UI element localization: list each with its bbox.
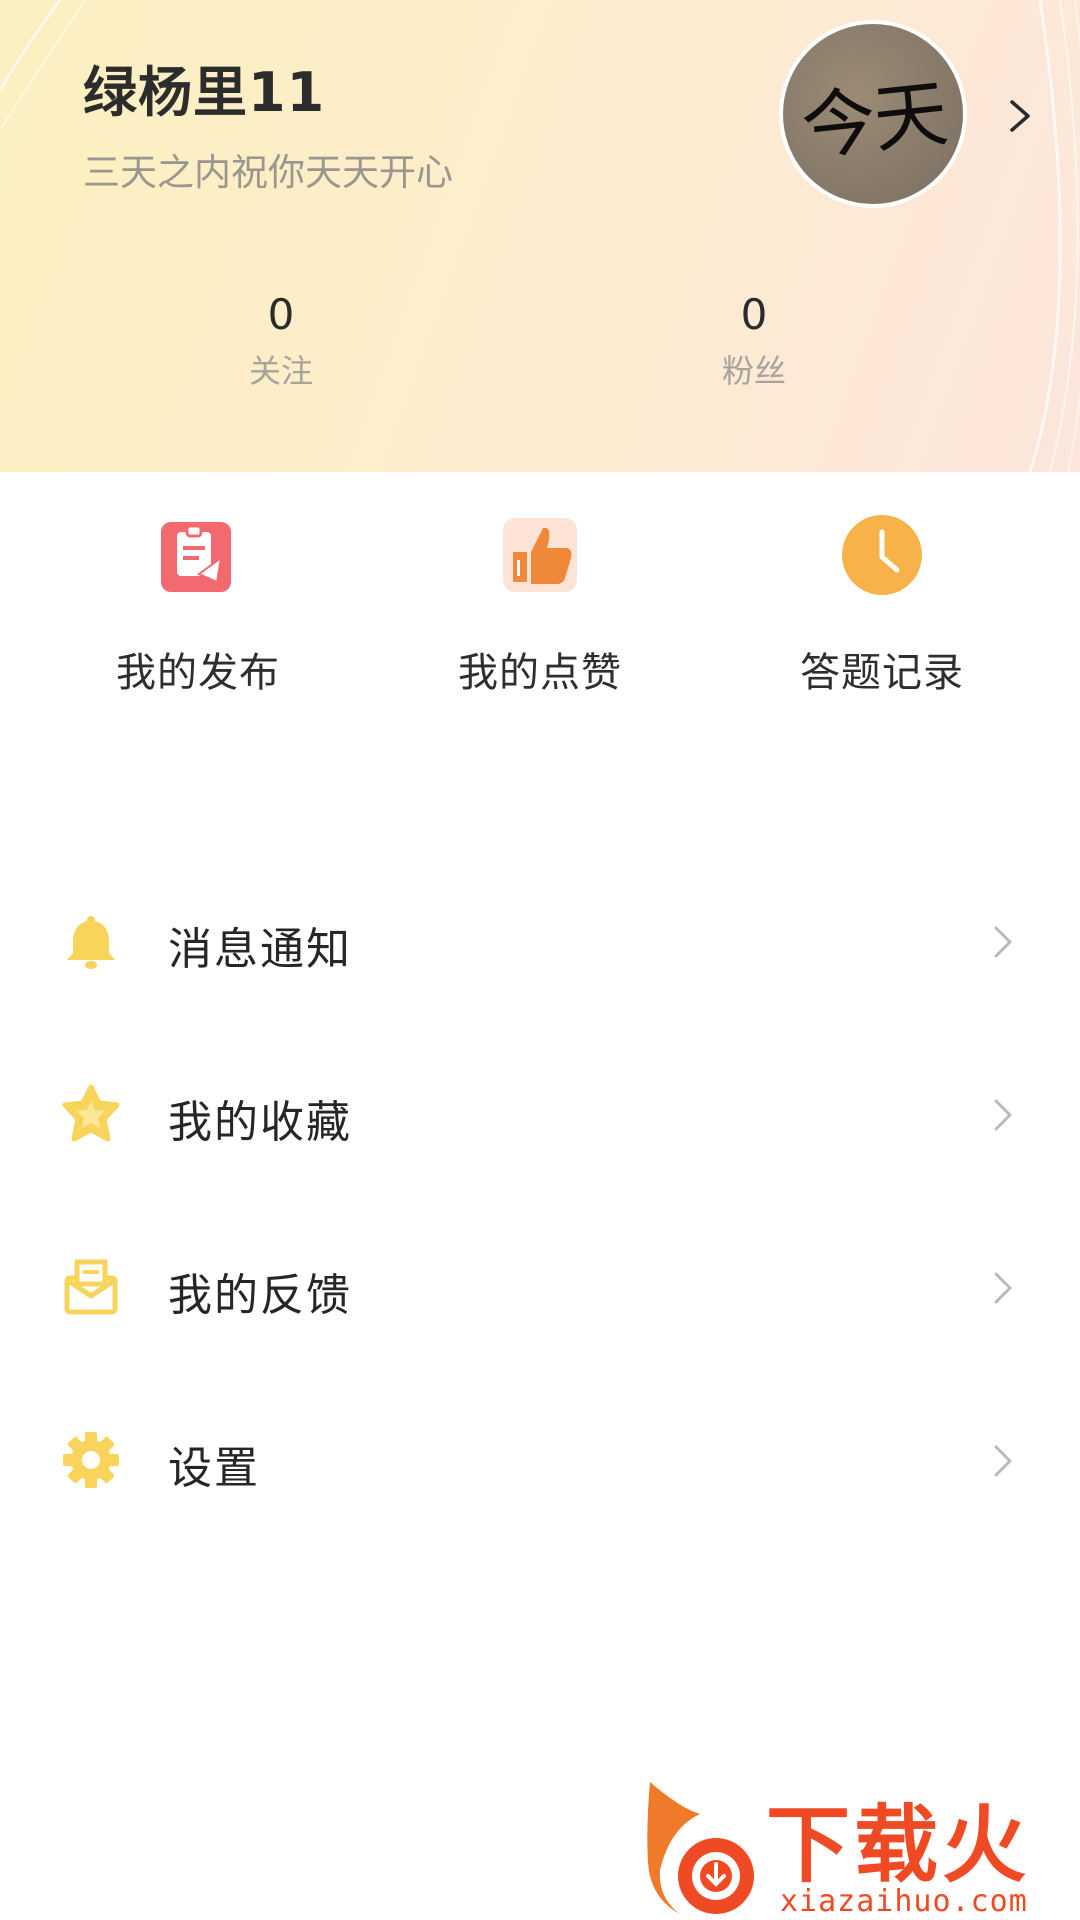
clock-icon [842, 515, 922, 595]
chevron-right-icon [994, 1272, 1012, 1304]
quick-action-my-posts[interactable]: 我的发布 [48, 512, 348, 698]
profile-chevron-right-icon[interactable] [1000, 96, 1040, 136]
chevron-right-icon [994, 1099, 1012, 1131]
menu-item-notifications[interactable]: 消息通知 [0, 880, 1080, 1000]
username: 绿杨里11 [83, 61, 326, 124]
avatar[interactable]: 今天 [779, 20, 967, 208]
gear-icon [63, 1432, 119, 1488]
publish-icon [161, 522, 231, 592]
following-label: 关注 [248, 352, 313, 390]
quick-action-label: 我的发布 [116, 650, 280, 696]
watermark-url: xiazaihuo.com [780, 1884, 1028, 1919]
quick-action-quiz-records[interactable]: 答题记录 [732, 512, 1032, 698]
profile-header: 绿杨里11 三天之内祝你天天开心 今天 0 关注 0 粉丝 [0, 0, 1080, 472]
menu-item-label: 消息通知 [168, 924, 352, 975]
menu-item-label: 我的反馈 [168, 1270, 352, 1321]
followers-label: 粉丝 [721, 352, 786, 390]
star-icon [62, 1084, 120, 1142]
following-count: 0 [267, 290, 295, 339]
quick-action-label: 我的点赞 [458, 650, 622, 696]
thumbs-up-icon [503, 518, 577, 592]
stat-followers[interactable]: 0 粉丝 [654, 290, 854, 392]
feedback-mail-icon [64, 1259, 118, 1315]
chevron-right-icon [994, 926, 1012, 958]
menu-item-settings[interactable]: 设置 [0, 1399, 1080, 1519]
avatar-text: 今天 [797, 70, 950, 171]
bell-icon [67, 916, 115, 969]
watermark-logo: 下载火 xiazaihuo.com [640, 1778, 1080, 1920]
quick-action-label: 答题记录 [800, 650, 964, 696]
chevron-right-icon [994, 1445, 1012, 1477]
stat-following[interactable]: 0 关注 [181, 290, 381, 392]
quick-action-my-likes[interactable]: 我的点赞 [390, 512, 690, 698]
user-bio: 三天之内祝你天天开心 [83, 151, 453, 194]
flame-download-icon [647, 1782, 754, 1914]
menu-item-feedback[interactable]: 我的反馈 [0, 1226, 1080, 1346]
followers-count: 0 [740, 290, 768, 339]
menu-item-label: 我的收藏 [168, 1097, 352, 1148]
menu-item-label: 设置 [168, 1443, 260, 1494]
watermark-text: 下载火 [766, 1796, 1031, 1894]
menu-item-favorites[interactable]: 我的收藏 [0, 1053, 1080, 1173]
